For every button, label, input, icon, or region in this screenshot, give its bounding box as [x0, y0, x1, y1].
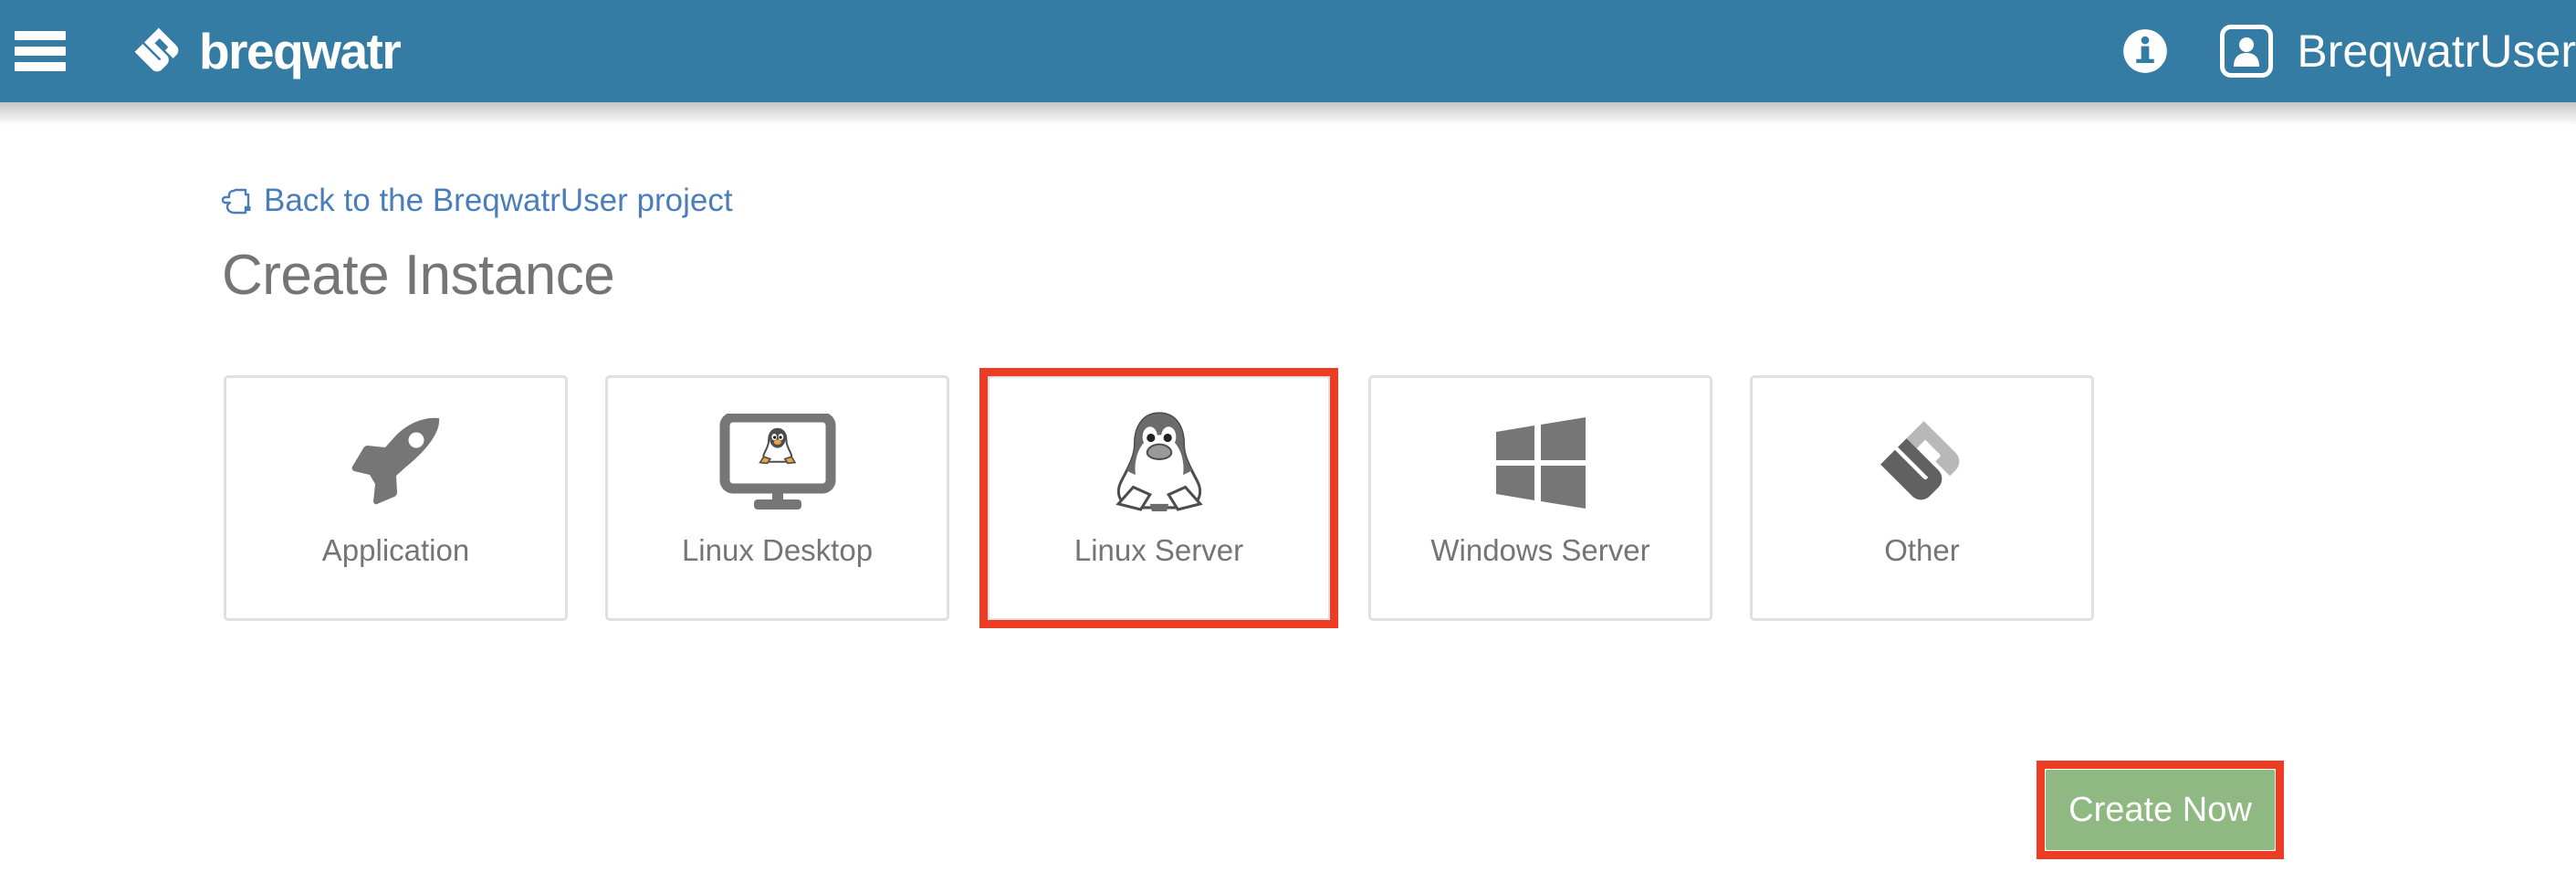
- hamburger-bar: [15, 47, 66, 56]
- create-now-highlight: Create Now: [2037, 761, 2284, 859]
- hamburger-menu-icon[interactable]: [15, 31, 66, 71]
- card-label: Other: [1884, 533, 1960, 567]
- card-label: Linux Desktop: [681, 533, 874, 567]
- tux-penguin-icon: [1113, 409, 1206, 517]
- page-title: Create Instance: [222, 244, 615, 307]
- hamburger-bar: [15, 31, 66, 40]
- avatar: [2220, 25, 2274, 78]
- brand-name: breqwatr: [199, 22, 402, 79]
- instance-type-card-windows-server[interactable]: Windows Server: [1368, 375, 1712, 621]
- instance-type-card-application[interactable]: Application: [224, 375, 568, 621]
- windows-logo-icon: [1492, 409, 1589, 517]
- header-right-cluster: BreqwatrUser: [2121, 25, 2576, 78]
- breadcrumb-label: Back to the BreqwatrUser project: [264, 183, 733, 218]
- card-label: Windows Server: [1430, 533, 1650, 567]
- hamburger-bar: [15, 62, 66, 71]
- info-circle-icon[interactable]: [2121, 27, 2169, 75]
- card-label: Linux Server: [1073, 533, 1244, 567]
- create-now-button[interactable]: Create Now: [2046, 770, 2275, 850]
- instance-type-card-linux-desktop[interactable]: Linux Desktop: [605, 375, 949, 621]
- pointing-hand-left-icon: [222, 188, 251, 215]
- user-name-label: BreqwatrUser: [2297, 26, 2576, 77]
- monitor-tux-icon: [719, 409, 836, 517]
- breqwatr-mark-icon: [1871, 409, 1974, 517]
- header-shadow: [0, 102, 2576, 126]
- brand-logo[interactable]: breqwatr: [130, 22, 402, 79]
- rocket-icon: [345, 409, 447, 517]
- user-menu[interactable]: BreqwatrUser: [2220, 25, 2576, 78]
- user-avatar-icon: [2234, 37, 2260, 67]
- breadcrumb-back-link[interactable]: Back to the BreqwatrUser project: [222, 183, 733, 219]
- instance-type-card-linux-server[interactable]: Linux Server: [979, 368, 1338, 628]
- instance-type-card-other[interactable]: Other: [1750, 375, 2094, 621]
- instance-type-card-row: Application Linux Desktop Linux Server W…: [224, 368, 2094, 628]
- breqwatr-logo-mark: [134, 27, 179, 72]
- top-navigation-bar: breqwatr BreqwatrUser: [0, 0, 2576, 102]
- card-label: Application: [321, 533, 470, 567]
